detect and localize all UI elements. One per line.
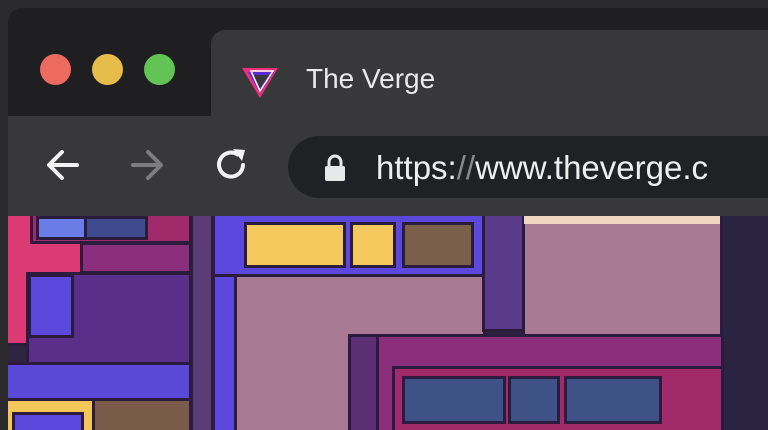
art-block: [244, 222, 346, 268]
verge-logo-icon: [242, 68, 278, 98]
url-host: www.theverge.c: [475, 149, 708, 186]
art-block: [402, 222, 474, 268]
art-block: [84, 216, 148, 240]
arrow-left-icon: [47, 150, 79, 180]
art-block: [508, 376, 560, 424]
art-block: [190, 216, 214, 430]
art-block: [720, 216, 768, 430]
art-block: [28, 274, 74, 338]
art-block: [350, 222, 396, 268]
close-window-button[interactable]: [40, 54, 71, 85]
page-content-artwork: [8, 216, 768, 430]
reload-button[interactable]: [208, 142, 254, 188]
browser-window: The Verge https://www.theverge.c: [8, 8, 768, 430]
art-block: [522, 216, 724, 338]
art-block: [8, 362, 192, 402]
art-block: [92, 398, 192, 430]
minimize-window-button[interactable]: [92, 54, 123, 85]
art-block: [12, 412, 84, 430]
address-bar[interactable]: https://www.theverge.c: [288, 136, 768, 198]
art-block: [36, 216, 88, 240]
art-block: [402, 376, 506, 424]
toolbar: https://www.theverge.c: [8, 116, 768, 216]
tab-the-verge[interactable]: The Verge: [211, 30, 768, 116]
tab-bar: The Verge: [8, 8, 768, 116]
url-text[interactable]: https://www.theverge.c: [376, 148, 708, 188]
art-block: [80, 242, 192, 274]
url-separator: //: [456, 149, 476, 186]
url-scheme: https:: [376, 149, 457, 186]
forward-button[interactable]: [124, 142, 170, 188]
tab-title: The Verge: [306, 63, 436, 94]
arrow-right-icon: [131, 150, 163, 180]
art-block: [564, 376, 662, 424]
art-block: [524, 216, 722, 224]
reload-icon: [217, 149, 245, 179]
back-button[interactable]: [40, 142, 86, 188]
lock-icon: [325, 154, 345, 181]
zoom-window-button[interactable]: [144, 54, 175, 85]
